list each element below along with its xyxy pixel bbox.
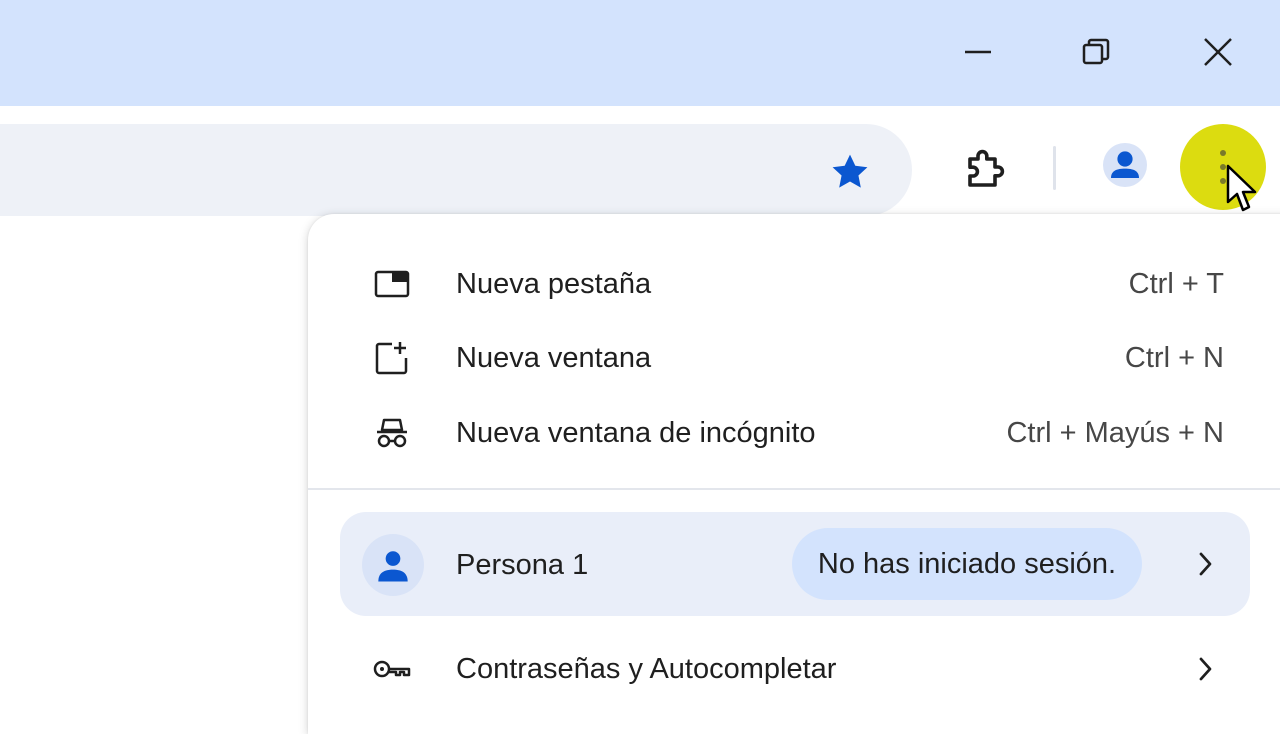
person-icon: [378, 551, 408, 582]
close-icon: [1204, 38, 1232, 66]
bookmark-button[interactable]: [820, 146, 880, 198]
puzzle-piece-icon: [968, 149, 1005, 187]
menu-item-passwords-autofill[interactable]: Contraseñas y Autocompletar: [308, 634, 1280, 704]
menu-item-new-window[interactable]: Nueva ventana Ctrl + N: [308, 323, 1280, 393]
kebab-menu-icon: [1220, 150, 1226, 184]
minimize-button[interactable]: [948, 22, 1008, 82]
chevron-right-icon: [1190, 653, 1220, 685]
chrome-menu-button[interactable]: [1180, 124, 1266, 210]
menu-item-new-incognito-window[interactable]: Nueva ventana de incógnito Ctrl + Mayús …: [308, 398, 1280, 468]
profile-name: Persona 1: [456, 549, 589, 581]
menu-divider: [308, 488, 1280, 490]
menu-item-shortcut: Ctrl + T: [1128, 268, 1224, 300]
minimize-icon: [965, 50, 991, 54]
close-window-button[interactable]: [1188, 22, 1248, 82]
star-icon: [832, 154, 868, 188]
sign-in-status-badge[interactable]: No has iniciado sesión.: [792, 528, 1142, 600]
menu-item-profile[interactable]: Persona 1 No has iniciado sesión.: [340, 512, 1250, 616]
avatar: [362, 534, 424, 596]
chevron-right-icon: [1190, 548, 1220, 580]
chrome-menu: Nueva pestaña Ctrl + T Nueva ventana Ctr…: [308, 214, 1280, 734]
restore-icon: [1082, 38, 1110, 65]
menu-item-new-tab[interactable]: Nueva pestaña Ctrl + T: [308, 249, 1280, 319]
incognito-icon: [368, 415, 416, 451]
menu-item-label: Nueva ventana de incógnito: [456, 417, 816, 449]
key-icon: [368, 651, 416, 687]
menu-item-label: Contraseñas y Autocompletar: [456, 653, 837, 685]
new-tab-icon: [368, 266, 416, 302]
toolbar-divider: [1053, 146, 1056, 190]
menu-item-shortcut: Ctrl + Mayús + N: [1006, 417, 1224, 449]
person-icon: [1103, 143, 1147, 187]
restore-button[interactable]: [1066, 22, 1126, 82]
browser-toolbar: [0, 106, 1280, 216]
title-bar: [0, 0, 1280, 106]
menu-item-label: Nueva pestaña: [456, 268, 652, 300]
extensions-button[interactable]: [952, 138, 1018, 200]
new-window-icon: [368, 340, 416, 376]
profile-button[interactable]: [1092, 132, 1158, 198]
address-bar[interactable]: [0, 124, 912, 216]
menu-item-label: Nueva ventana: [456, 342, 652, 374]
menu-item-shortcut: Ctrl + N: [1124, 342, 1224, 374]
